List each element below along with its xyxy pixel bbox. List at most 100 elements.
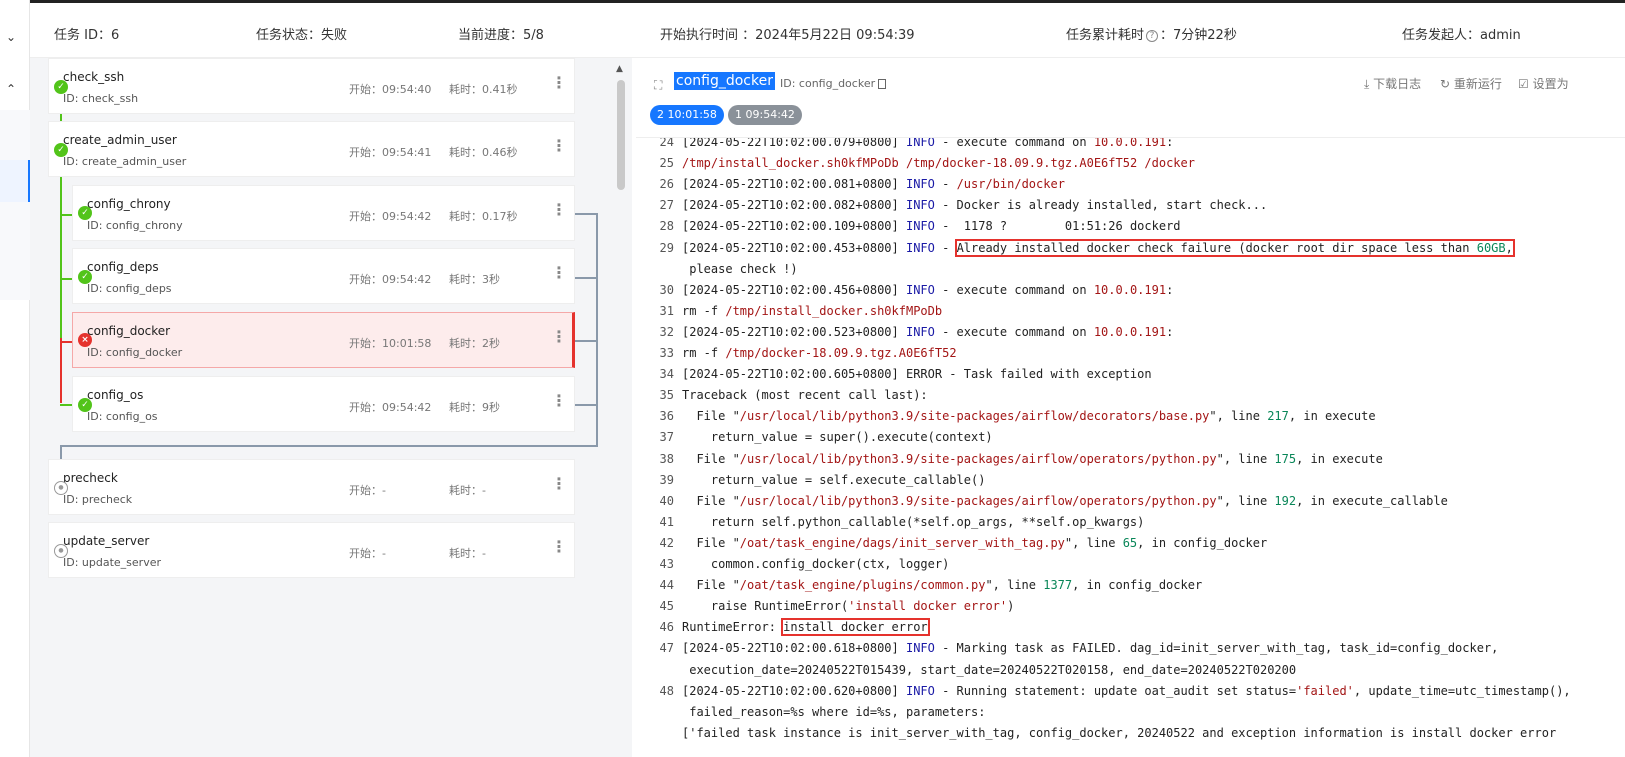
task-status: 任务状态：失败	[256, 28, 348, 43]
more-icon[interactable]: ⋮	[551, 263, 567, 282]
nav-group	[0, 110, 30, 300]
log-line-text: [2024-05-22T10:02:00.081+0800] INFO - /u…	[682, 177, 1065, 192]
task-card-create-admin-user[interactable]: create_admin_user ID: create_admin_user 开始…	[48, 121, 575, 177]
scroll-thumb[interactable]	[617, 80, 625, 190]
chevron-down-icon[interactable]: ⌄	[6, 30, 16, 44]
log-panel: ⛶ config_docker ID: config_docker ⤓ 下载日志…	[632, 58, 1625, 757]
task-id-label: ID: precheck	[63, 493, 133, 506]
log-line-text: [2024-05-22T10:02:00.082+0800] INFO - Do…	[682, 198, 1268, 213]
task-id-label: ID: update_server	[63, 556, 161, 569]
more-icon[interactable]: ⋮	[551, 327, 567, 346]
dag-connector	[60, 338, 62, 403]
more-icon[interactable]: ⋮	[551, 537, 567, 556]
task-progress: 当前进度：5/8	[458, 28, 544, 43]
task-name: check_ssh	[63, 70, 125, 84]
task-id-label: ID: check_ssh	[63, 92, 139, 105]
log-line-text: return_value = self.execute_callable()	[682, 472, 986, 487]
task-start: 开始：09:54:41	[349, 146, 432, 159]
task-duration: 耗时：0.46秒	[449, 146, 518, 159]
task-card-config-deps[interactable]: config_deps ID: config_deps 开始：09:54:42 耗时：…	[72, 248, 575, 304]
task-card-config-os[interactable]: config_os ID: config_os 开始：09:54:42 耗时：9秒 ⋮	[72, 376, 575, 432]
log-line-text: rm -f /tmp/install_docker.sh0kfMPoDb	[682, 303, 943, 318]
task-elapsed-value: ：7分钟22秒	[1160, 28, 1237, 43]
dag-connector	[575, 340, 597, 342]
task-start: 开始：09:54:40	[349, 83, 432, 96]
log-line: 40 File "/usr/local/lib/python3.9/site-p…	[636, 494, 1625, 508]
log-line-number: 30	[659, 282, 674, 297]
log-line-number: 40	[659, 493, 674, 508]
more-icon[interactable]: ⋮	[551, 73, 567, 92]
set-as-button[interactable]: ☑ 设置为	[1518, 75, 1569, 92]
task-duration: 耗时：-	[449, 484, 486, 497]
log-line-text: [2024-05-22T10:02:00.109+0800] INFO - 11…	[682, 219, 1181, 234]
log-line: 39 return_value = self.execute_callable(…	[636, 473, 1625, 487]
success-check-icon: ✓	[54, 143, 68, 157]
log-line-text: execution_date=20240522T015439, start_da…	[682, 662, 1297, 677]
more-icon[interactable]: ⋮	[551, 474, 567, 493]
log-line: 42 File "/oat/task_engine/dags/init_serv…	[636, 536, 1625, 550]
log-line-number: 28	[659, 219, 674, 234]
log-line-number: 29	[659, 240, 674, 255]
task-list-scrollbar[interactable]: ▲	[612, 58, 630, 757]
more-icon[interactable]: ⋮	[551, 136, 567, 155]
log-line-text: common.config_docker(ctx, logger)	[682, 557, 950, 571]
log-line-number: 44	[659, 578, 674, 593]
more-icon[interactable]: ⋮	[551, 391, 567, 410]
task-id-label: ID: create_admin_user	[63, 155, 187, 168]
scroll-up-icon[interactable]: ▲	[616, 64, 623, 74]
task-elapsed: 任务累计耗时? ：7分钟22秒	[1066, 24, 1237, 43]
log-line: execution_date=20240522T015439, start_da…	[636, 663, 1625, 677]
task-card-update-server[interactable]: update_server ID: update_server 开始：- 耗时：- ⋮	[48, 522, 575, 578]
task-start: 开始：-	[349, 547, 386, 560]
success-check-icon: ✓	[78, 398, 92, 412]
copy-icon[interactable]	[878, 79, 887, 89]
task-duration: 耗时：0.41秒	[449, 83, 518, 96]
run-tab-1[interactable]: 1 09:54:42	[728, 105, 802, 125]
task-elapsed-label: 任务累计耗时	[1066, 28, 1145, 43]
log-title: config_docker	[674, 72, 775, 90]
log-line-text: [2024-05-22T10:02:00.620+0800] INFO - Ru…	[682, 683, 1571, 698]
log-line-number: 42	[659, 535, 674, 550]
log-line-text: RuntimeError: install docker error	[682, 618, 930, 637]
task-card-config-chrony[interactable]: config_chrony ID: config_chrony 开始：09:54:4…	[72, 185, 575, 241]
help-icon[interactable]: ?	[1146, 29, 1159, 42]
log-line-number: 46	[659, 620, 674, 635]
task-name: config_docker	[87, 324, 171, 338]
log-line-number: 32	[659, 324, 674, 339]
task-duration: 耗时：2秒	[449, 337, 500, 350]
task-duration: 耗时：3秒	[449, 273, 500, 286]
nav-item-selected[interactable]	[0, 160, 30, 202]
task-header: 任务 ID：6 任务状态：失败 当前进度：5/8 开始执行时间 ：2024年5月…	[30, 0, 1625, 58]
expand-icon[interactable]: ⛶	[654, 78, 662, 93]
log-content: 24 [2024-05-22T10:02:00.079+0800] INFO - …	[636, 137, 1625, 757]
task-start: 开始：-	[349, 484, 386, 497]
log-line-text: please check !)	[682, 261, 798, 276]
download-log-label: 下载日志	[1373, 77, 1422, 91]
log-line: 38 File "/usr/local/lib/python3.9/site-p…	[636, 452, 1625, 466]
more-icon[interactable]: ⋮	[551, 200, 567, 219]
log-line-text: return self.python_callable(*self.op_arg…	[682, 514, 1145, 529]
task-list: check_ssh ID: check_ssh 开始：09:54:40 耗时：0.41…	[30, 58, 610, 757]
task-name: config_os	[87, 388, 144, 402]
log-line-text: failed_reason=%s where id=%s, parameters…	[682, 704, 986, 719]
run-tab-2[interactable]: 2 10:01:58	[650, 105, 724, 125]
task-start-time: 开始执行时间 ：2024年5月22日 09:54:39	[660, 28, 915, 43]
log-line-text: ['failed task instance is init_server_wi…	[682, 725, 1557, 740]
pending-dot-icon: ●	[54, 544, 68, 558]
chevron-up-icon[interactable]: ⌃	[6, 82, 16, 96]
log-line: 26 [2024-05-22T10:02:00.081+0800] INFO - …	[636, 177, 1625, 191]
task-duration: 耗时：0.17秒	[449, 210, 518, 223]
task-card-check-ssh[interactable]: check_ssh ID: check_ssh 开始：09:54:40 耗时：0.41…	[48, 58, 575, 114]
log-line-text: File "/usr/local/lib/python3.9/site-pack…	[682, 451, 1383, 466]
rerun-button[interactable]: ↻ 重新运行	[1440, 75, 1502, 92]
success-check-icon: ✓	[54, 80, 68, 94]
log-task-id-text: ID: config_docker	[780, 77, 876, 90]
log-line: ['failed task instance is init_server_wi…	[636, 726, 1625, 740]
error-highlight: Already installed docker check failure (…	[954, 238, 1515, 257]
task-card-config-docker[interactable]: config_docker ID: config_docker 开始：10:01:5…	[72, 312, 575, 368]
log-line: please check !)	[636, 262, 1625, 276]
log-line-number: 39	[659, 472, 674, 487]
download-log-button[interactable]: ⤓ 下载日志	[1364, 75, 1421, 92]
log-line-number: 25	[659, 156, 674, 171]
task-card-precheck[interactable]: precheck ID: precheck 开始：- 耗时：- ⋮	[48, 459, 575, 515]
